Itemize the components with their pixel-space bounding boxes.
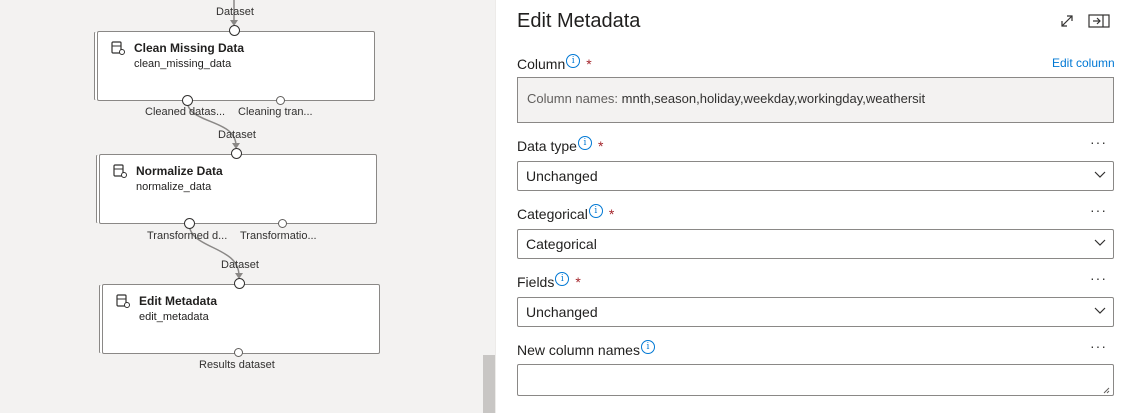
module-normalize-data[interactable]: Normalize Data normalize_data — [99, 154, 377, 224]
input-port[interactable] — [234, 278, 245, 289]
column-names-prefix: Column names: — [527, 91, 619, 106]
output-port-label: Transformatio... — [240, 230, 317, 242]
data-type-dropdown[interactable]: Unchanged — [517, 161, 1114, 191]
input-port-label: Dataset — [221, 259, 259, 271]
resize-grip-icon[interactable] — [1103, 387, 1110, 394]
module-clean-missing-data[interactable]: Clean Missing Data clean_missing_data — [97, 31, 375, 101]
output-port[interactable] — [278, 219, 287, 228]
properties-panel: Edit Metadata Column i * Edit column Colum… — [495, 0, 1127, 413]
column-names-value: mnth,season,holiday,weekday,workingday,w… — [621, 91, 926, 106]
required-marker: * — [597, 138, 604, 154]
canvas-scrollbar[interactable] — [483, 355, 495, 413]
panel-title: Edit Metadata — [517, 10, 641, 32]
new-column-names-label: New column names i — [517, 340, 655, 358]
output-port[interactable] — [182, 95, 193, 106]
column-names-box: Column names: mnth,season,holiday,weekda… — [517, 77, 1114, 123]
module-edit-metadata[interactable]: Edit Metadata edit_metadata — [102, 284, 380, 354]
output-port[interactable] — [276, 96, 285, 105]
info-icon[interactable]: i — [588, 204, 603, 218]
input-port-label: Dataset — [216, 6, 254, 18]
module-title: Clean Missing Data — [134, 41, 245, 55]
new-column-names-label-text: New column names — [517, 342, 640, 358]
more-options-button[interactable]: ··· — [1090, 270, 1107, 286]
required-marker: * — [608, 206, 615, 222]
fields-label-text: Fields — [517, 274, 555, 290]
data-type-label-text: Data type — [517, 138, 577, 154]
fields-dropdown[interactable]: Unchanged — [517, 297, 1114, 327]
info-icon[interactable]: i — [566, 54, 581, 68]
more-options-button[interactable]: ··· — [1090, 202, 1107, 218]
edit-column-link[interactable]: Edit column — [1052, 56, 1115, 70]
dropdown-value: Unchanged — [526, 168, 598, 184]
output-port-label: Cleaning tran... — [238, 106, 313, 118]
dropdown-value: Categorical — [526, 236, 597, 252]
chevron-down-icon — [1094, 171, 1106, 178]
output-port-label: Transformed d... — [147, 230, 228, 242]
output-port[interactable] — [184, 218, 195, 229]
more-options-button[interactable]: ··· — [1090, 338, 1107, 354]
module-subtitle: clean_missing_data — [134, 58, 232, 70]
required-marker: * — [586, 56, 592, 72]
info-icon[interactable]: i — [640, 340, 655, 354]
column-label: Column i * — [517, 54, 592, 72]
expand-icon[interactable] — [1059, 13, 1075, 29]
categorical-label: Categorical i * — [517, 204, 614, 222]
categorical-dropdown[interactable]: Categorical — [517, 229, 1114, 259]
column-label-text: Column — [517, 56, 566, 72]
module-subtitle: normalize_data — [136, 181, 212, 193]
data-type-label: Data type i * — [517, 136, 603, 154]
input-port[interactable] — [229, 25, 240, 36]
output-port-label: Cleaned datas... — [145, 106, 226, 118]
module-subtitle: edit_metadata — [139, 311, 209, 323]
module-database-icon — [113, 164, 127, 178]
column-names-text: Column names: mnth,season,holiday,weekda… — [527, 91, 925, 106]
info-icon[interactable]: i — [577, 136, 592, 150]
module-title: Normalize Data — [136, 164, 223, 178]
module-title: Edit Metadata — [139, 294, 218, 308]
new-column-names-textarea[interactable] — [517, 364, 1114, 396]
chevron-down-icon — [1094, 307, 1106, 314]
output-port[interactable] — [234, 348, 243, 357]
required-marker: * — [575, 274, 581, 290]
input-port-label: Dataset — [218, 129, 256, 141]
module-database-icon — [111, 41, 125, 55]
collapse-panel-icon[interactable] — [1088, 13, 1110, 29]
more-options-button[interactable]: ··· — [1090, 134, 1107, 150]
info-icon[interactable]: i — [555, 272, 570, 286]
fields-label: Fields i * — [517, 272, 581, 290]
categorical-label-text: Categorical — [517, 206, 588, 222]
chevron-down-icon — [1094, 239, 1106, 246]
output-port-label: Results dataset — [199, 359, 275, 371]
dropdown-value: Unchanged — [526, 304, 598, 320]
module-database-icon — [116, 294, 130, 308]
input-port[interactable] — [231, 148, 242, 159]
pipeline-canvas[interactable]: Dataset Clean Missing Data clean_missing… — [0, 0, 495, 413]
